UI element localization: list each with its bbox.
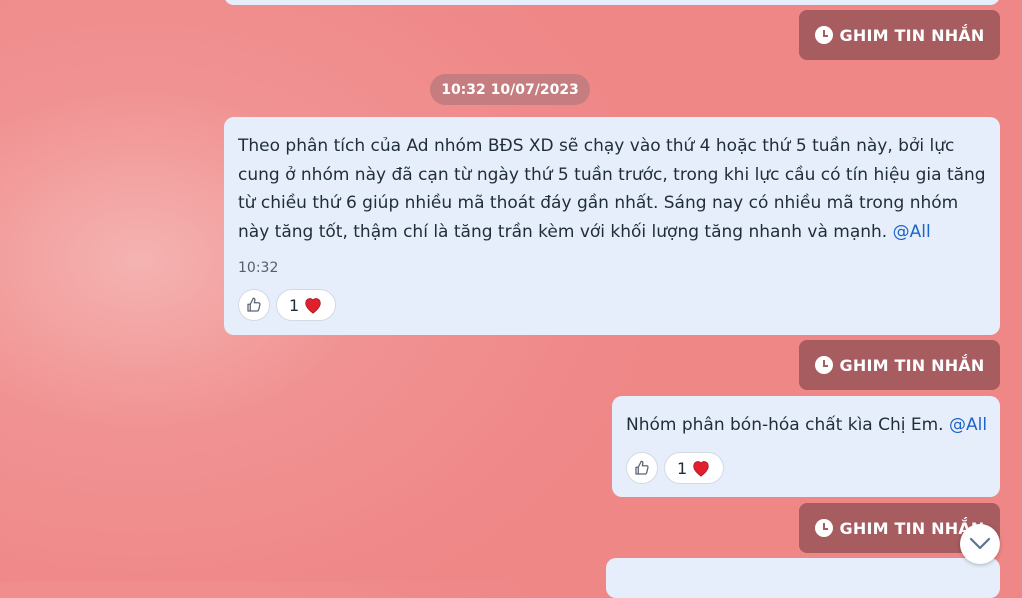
message-body: Theo phân tích của Ad nhóm BĐS XD sẽ chạ… [238, 136, 986, 242]
message-bubble-partial-top [224, 0, 1000, 5]
reaction-row: 1 [238, 289, 337, 321]
reaction-count-badge[interactable]: 1 [276, 289, 337, 321]
heart-icon [693, 461, 709, 477]
clock-icon [814, 519, 833, 537]
pin-message-button[interactable]: GHIM TIN NHẮN [799, 10, 1000, 60]
clock-icon [814, 26, 833, 44]
pin-message-label: GHIM TIN NHẮN [839, 25, 985, 45]
message-bubble: Nhóm phân bón-hóa chất kìa Chị Em. @All … [612, 396, 1000, 497]
message-bubble: Theo phân tích của Ad nhóm BĐS XD sẽ chạ… [224, 117, 1000, 335]
scroll-to-bottom-button[interactable] [960, 524, 1000, 564]
like-button[interactable] [626, 452, 658, 484]
message-text: Theo phân tích của Ad nhóm BĐS XD sẽ chạ… [238, 132, 990, 246]
mention-all-link[interactable]: @All [949, 415, 987, 435]
mention-all-link[interactable]: @All [893, 222, 931, 242]
pin-message-label: GHIM TIN NHẮN [839, 355, 985, 375]
reaction-count: 1 [677, 458, 688, 478]
message-body: Nhóm phân bón-hóa chất kìa Chị Em. [626, 415, 944, 435]
reaction-row: 1 [626, 452, 725, 484]
message-bubble-partial-bottom [606, 558, 1000, 598]
date-separator: 10:32 10/07/2023 [430, 74, 590, 105]
reaction-count: 1 [289, 295, 300, 315]
message-text: Nhóm phân bón-hóa chất kìa Chị Em. @All [626, 411, 994, 440]
heart-icon [305, 298, 321, 314]
message-time: 10:32 [238, 260, 279, 276]
thumbs-up-icon [247, 297, 261, 312]
clock-icon [814, 356, 833, 374]
chevron-down-icon [969, 537, 991, 550]
reaction-count-badge[interactable]: 1 [664, 452, 725, 484]
like-button[interactable] [238, 289, 270, 321]
thumbs-up-icon [635, 460, 649, 475]
pin-message-button[interactable]: GHIM TIN NHẮN [799, 340, 1000, 390]
